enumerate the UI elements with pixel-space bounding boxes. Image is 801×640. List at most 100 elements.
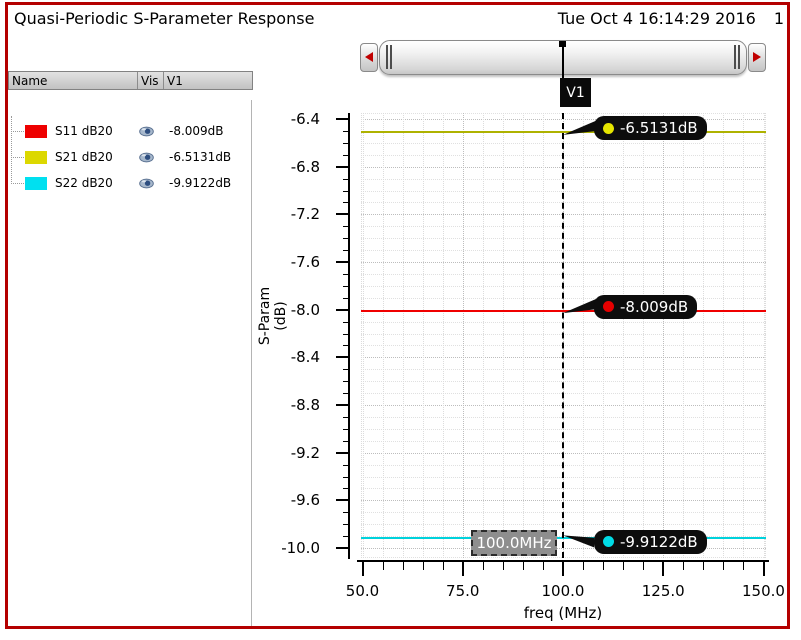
y-axis-tick-label: -10.0 bbox=[281, 539, 320, 557]
series-name: S11 dB20 bbox=[55, 124, 113, 138]
legend-row[interactable]: S11 dB20 -8.009dB bbox=[8, 122, 224, 140]
y-axis-line bbox=[348, 113, 350, 559]
y-axis-tick-label: -7.6 bbox=[290, 253, 320, 271]
callout-series-dot bbox=[603, 301, 614, 313]
grid-line-vertical bbox=[442, 113, 444, 558]
grid-line-vertical bbox=[603, 113, 605, 558]
legend-row[interactable]: S21 dB20 -6.5131dB bbox=[8, 148, 231, 166]
y-axis-tick-label: -9.6 bbox=[290, 491, 320, 510]
scroll-left-button[interactable] bbox=[360, 42, 378, 72]
y-axis-tick-label: -7.2 bbox=[290, 205, 320, 224]
x-axis-minor-tick bbox=[723, 562, 725, 570]
series-marker-value: -8.009dB bbox=[169, 124, 224, 138]
marker-callout[interactable]: -8.009dB bbox=[594, 294, 698, 319]
x-axis-minor-tick bbox=[643, 562, 645, 570]
y-axis-tick-label: -6.4 bbox=[290, 110, 320, 128]
right-resize-handle[interactable] bbox=[731, 45, 743, 69]
x-axis-major-tick bbox=[562, 562, 564, 576]
y-axis-tick-label: -6.8 bbox=[290, 157, 320, 176]
series-color-swatch[interactable] bbox=[25, 176, 47, 190]
visibility-eye-icon[interactable] bbox=[139, 126, 154, 137]
y-axis-minor-tick bbox=[343, 226, 350, 228]
grid-line-vertical bbox=[482, 113, 484, 558]
y-axis-minor-tick bbox=[343, 440, 350, 442]
y-axis-minor-tick bbox=[343, 297, 350, 299]
visibility-eye-icon[interactable] bbox=[139, 152, 154, 163]
y-axis-minor-tick bbox=[343, 428, 350, 430]
y-axis-minor-tick bbox=[343, 345, 350, 347]
plot-area[interactable] bbox=[361, 113, 766, 558]
y-axis-major-tick bbox=[336, 118, 350, 120]
column-header-name[interactable]: Name bbox=[9, 72, 138, 89]
x-axis-minor-tick bbox=[743, 562, 745, 570]
y-axis-minor-tick bbox=[343, 393, 350, 395]
y-axis-minor-tick bbox=[343, 285, 350, 287]
x-axis-minor-tick bbox=[683, 562, 685, 570]
x-axis-tick-label: 150.0 bbox=[742, 582, 785, 600]
x-axis-title: freq (MHz) bbox=[523, 604, 603, 622]
freq-marker-line[interactable] bbox=[562, 113, 564, 558]
x-axis-minor-tick bbox=[442, 562, 444, 570]
y-axis-major-tick bbox=[336, 547, 350, 549]
y-axis-major-tick bbox=[336, 356, 350, 359]
panel-divider[interactable] bbox=[251, 100, 252, 626]
grid-line-vertical bbox=[522, 113, 524, 558]
column-header-vis[interactable]: Vis bbox=[138, 72, 164, 89]
marker-callout[interactable]: -9.9122dB bbox=[594, 529, 707, 554]
y-axis-minor-tick bbox=[343, 524, 350, 526]
right-arrow-icon bbox=[753, 52, 761, 62]
x-axis-minor-tick bbox=[422, 562, 424, 570]
scroll-right-button[interactable] bbox=[748, 42, 766, 72]
freq-marker-value-box[interactable]: 100.0MHz bbox=[471, 530, 557, 556]
x-axis-minor-tick bbox=[542, 562, 544, 570]
marker-callout[interactable]: -6.5131dB bbox=[594, 116, 707, 141]
x-axis-minor-tick bbox=[623, 562, 625, 570]
series-color-swatch[interactable] bbox=[25, 150, 47, 164]
x-axis-minor-tick bbox=[703, 562, 705, 570]
x-axis-minor-tick bbox=[402, 562, 404, 570]
y-axis-minor-tick bbox=[343, 476, 350, 478]
grid-line-vertical bbox=[643, 113, 645, 558]
grid-line-vertical bbox=[663, 113, 665, 558]
y-axis-major-tick bbox=[336, 165, 350, 168]
grid-line-vertical bbox=[422, 113, 424, 558]
legend-row[interactable]: S22 dB20 -9.9122dB bbox=[8, 174, 231, 192]
visibility-eye-icon[interactable] bbox=[139, 178, 154, 189]
grid-line-vertical bbox=[683, 113, 685, 558]
series-name: S22 dB20 bbox=[55, 176, 113, 190]
marker-v1-label[interactable]: V1 bbox=[560, 78, 591, 107]
column-header-v1[interactable]: V1 bbox=[164, 72, 252, 89]
grid-line-vertical bbox=[362, 113, 364, 558]
callout-series-dot bbox=[603, 122, 614, 134]
grid-line-vertical bbox=[623, 113, 625, 558]
series-name: S21 dB20 bbox=[55, 150, 113, 164]
y-axis-minor-tick bbox=[343, 321, 350, 323]
y-axis-minor-tick bbox=[343, 250, 350, 252]
header-right: Tue Oct 4 16:14:29 2016 1 bbox=[540, 9, 784, 28]
y-axis-minor-tick bbox=[343, 202, 350, 204]
x-axis-minor-tick bbox=[502, 562, 504, 570]
y-axis-tick-label: -8.8 bbox=[290, 396, 320, 414]
x-axis-tick-label: 125.0 bbox=[641, 582, 685, 600]
x-axis-major-tick bbox=[461, 562, 464, 576]
y-axis-minor-tick bbox=[343, 369, 350, 371]
grid-line-vertical bbox=[542, 113, 544, 558]
grid-line-vertical bbox=[402, 113, 404, 558]
x-axis-major-tick bbox=[361, 562, 364, 576]
x-axis-tick-label: 100.0 bbox=[541, 582, 585, 600]
left-resize-handle[interactable] bbox=[383, 45, 395, 69]
y-axis-tick-label: -9.2 bbox=[290, 443, 320, 462]
y-axis-minor-tick bbox=[343, 238, 350, 240]
grid-line-vertical bbox=[462, 113, 464, 558]
y-axis-minor-tick bbox=[343, 488, 350, 490]
timestamp: Tue Oct 4 16:14:29 2016 bbox=[557, 9, 756, 28]
grid-line-vertical bbox=[382, 113, 384, 558]
grid-line-vertical bbox=[502, 113, 504, 558]
series-color-swatch[interactable] bbox=[25, 124, 47, 138]
y-axis-tick-label: -8.0 bbox=[290, 300, 320, 319]
legend-table-header: Name Vis V1 bbox=[8, 71, 253, 90]
y-axis-major-tick bbox=[336, 404, 350, 406]
grid-line-vertical bbox=[583, 113, 585, 558]
series-marker-value: -9.9122dB bbox=[169, 176, 232, 190]
y-axis-minor-tick bbox=[343, 130, 350, 132]
